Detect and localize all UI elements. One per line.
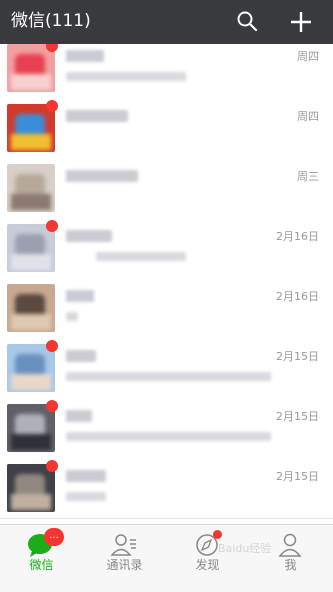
avatar xyxy=(7,164,55,212)
chat-time: 周三 xyxy=(297,170,319,183)
contact-name-redacted xyxy=(66,50,104,62)
message-preview-redacted xyxy=(66,432,271,441)
tab-contacts-label: 通讯录 xyxy=(106,558,143,572)
message-preview-redacted xyxy=(66,372,271,381)
chat-time: 2月15日 xyxy=(276,410,319,423)
chat-time: 2月16日 xyxy=(276,290,319,303)
unread-dot xyxy=(46,460,58,472)
top-bar: 微信(111) xyxy=(0,0,333,44)
search-icon[interactable] xyxy=(235,9,259,33)
tab-chats[interactable]: ... 微信 xyxy=(0,525,83,592)
chats-unread-badge: ... xyxy=(44,528,64,546)
chat-list: 周四 周四 周三 2月16日 2月16日 2月15日 2月15日 2月15日 xyxy=(0,44,333,524)
avatar xyxy=(7,104,55,152)
unread-dot xyxy=(46,100,58,112)
tab-discover-label: 发现 xyxy=(195,558,220,572)
bottom-tab-bar: ... 微信 通讯录 发现 我 xyxy=(0,524,333,592)
message-preview-redacted xyxy=(66,72,186,81)
avatar xyxy=(7,404,55,452)
watermark: Baidu经验 xyxy=(218,542,272,555)
avatar xyxy=(7,224,55,272)
chat-row[interactable]: 2月15日 xyxy=(0,458,333,519)
unread-dot xyxy=(46,400,58,412)
avatar xyxy=(7,464,55,512)
contact-name-redacted xyxy=(66,230,112,242)
chat-row[interactable]: 2月16日 xyxy=(0,218,333,279)
chat-time: 2月15日 xyxy=(276,470,319,483)
contact-name-redacted xyxy=(66,110,128,122)
tab-me-label: 我 xyxy=(284,558,297,572)
chat-row[interactable]: 周四 xyxy=(0,44,333,99)
avatar xyxy=(7,284,55,332)
unread-dot xyxy=(46,220,58,232)
chat-row[interactable]: 2月15日 xyxy=(0,398,333,459)
chat-time: 2月16日 xyxy=(276,230,319,243)
chat-row[interactable]: 周四 xyxy=(0,98,333,159)
person-icon xyxy=(278,533,302,557)
tab-chats-label: 微信 xyxy=(29,558,54,572)
message-preview-redacted xyxy=(96,252,186,261)
avatar xyxy=(7,344,55,392)
chat-time: 2月15日 xyxy=(276,350,319,363)
contact-name-redacted xyxy=(66,410,92,422)
contact-name-redacted xyxy=(66,350,96,362)
plus-icon[interactable] xyxy=(288,9,314,35)
unread-dot xyxy=(46,44,58,52)
contacts-icon xyxy=(110,534,136,556)
unread-dot xyxy=(46,340,58,352)
chat-time: 周四 xyxy=(297,110,319,123)
tab-discover[interactable]: 发现 xyxy=(166,525,249,592)
contact-name-redacted xyxy=(66,170,138,182)
avatar xyxy=(7,44,55,92)
message-preview-redacted xyxy=(66,492,106,501)
chat-row[interactable]: 2月16日 xyxy=(0,278,333,339)
message-preview-redacted xyxy=(66,312,78,321)
contact-name-redacted xyxy=(66,290,94,302)
tab-contacts[interactable]: 通讯录 xyxy=(83,525,166,592)
contact-name-redacted xyxy=(66,470,106,482)
tab-me[interactable]: 我 xyxy=(249,525,332,592)
app-title: 微信(111) xyxy=(11,11,91,31)
chat-row[interactable]: 2月15日 xyxy=(0,338,333,399)
chat-time: 周四 xyxy=(297,50,319,63)
chat-row[interactable]: 周三 xyxy=(0,158,333,219)
discover-dot xyxy=(213,530,222,539)
